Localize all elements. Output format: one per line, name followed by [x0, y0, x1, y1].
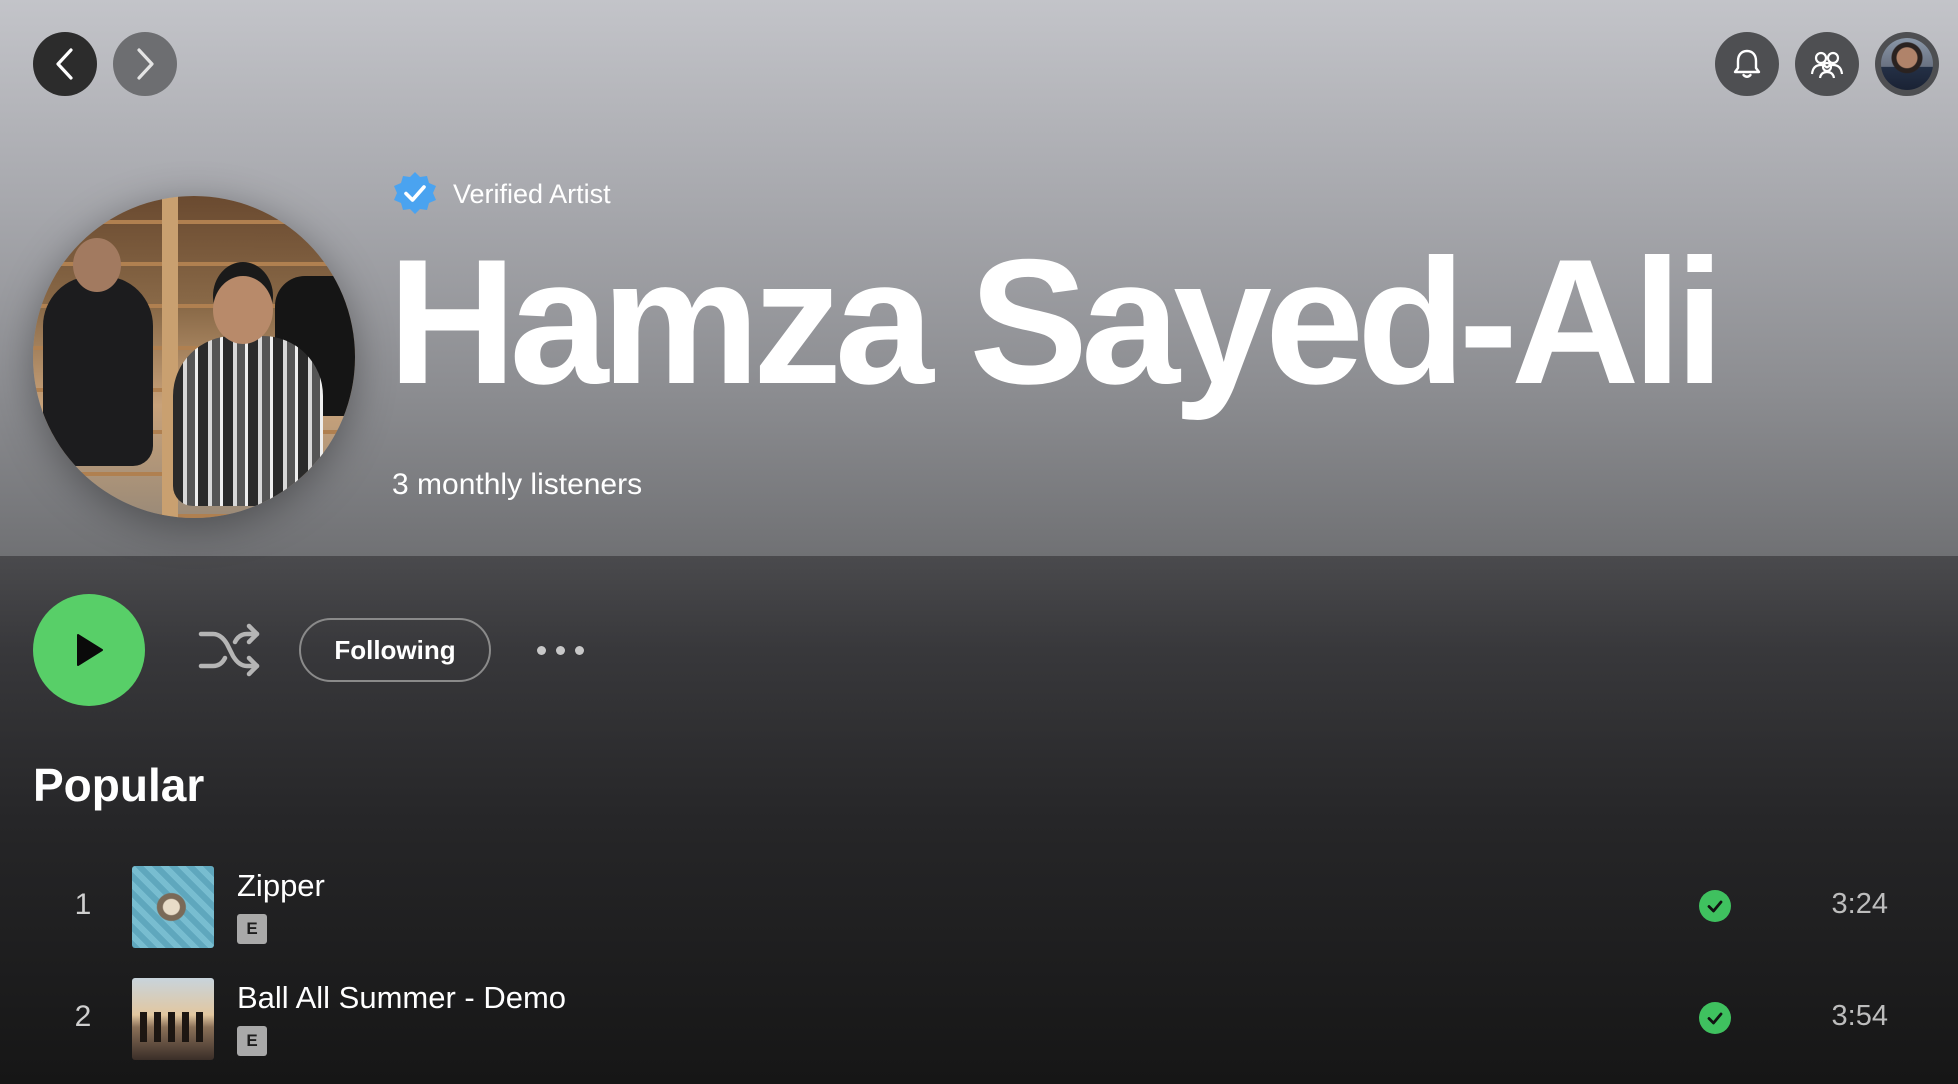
explicit-badge: E	[237, 914, 267, 944]
track-title[interactable]: Ball All Summer - Demo	[237, 980, 566, 1016]
verified-artist-badge: Verified Artist	[391, 170, 611, 218]
more-options-icon	[536, 645, 546, 655]
explicit-badge: E	[237, 1026, 267, 1056]
verified-label: Verified Artist	[453, 178, 611, 209]
track-title[interactable]: Zipper	[237, 868, 325, 904]
artist-image	[33, 196, 355, 518]
section-title-popular: Popular	[33, 759, 205, 811]
monthly-listeners: 3 monthly listeners	[392, 468, 643, 501]
track-duration: 3:54	[1831, 1000, 1888, 1032]
friends-activity-icon	[1810, 51, 1844, 79]
track-number: 1	[74, 888, 92, 921]
bell-icon	[1733, 49, 1761, 78]
avatar	[1881, 38, 1933, 90]
track-number: 2	[74, 1000, 92, 1033]
play-icon	[77, 634, 103, 666]
user-profile-button[interactable]	[1875, 32, 1939, 96]
track-cover-art	[132, 978, 214, 1060]
forward-button[interactable]	[113, 32, 177, 96]
track-row[interactable]: 2 Ball All Summer - Demo E 3:54	[0, 978, 1958, 1064]
saved-check-icon[interactable]	[1699, 1002, 1731, 1034]
shuffle-button[interactable]	[196, 617, 264, 683]
track-row[interactable]: 1 Zipper E 3:24	[0, 866, 1958, 952]
track-duration: 3:24	[1831, 888, 1888, 920]
play-button[interactable]	[33, 594, 145, 706]
back-button[interactable]	[33, 32, 97, 96]
following-button[interactable]: Following	[299, 618, 491, 682]
artist-page: Verified Artist Hamza Sayed-Ali 3 monthl…	[0, 0, 1958, 1084]
friends-activity-button[interactable]	[1795, 32, 1859, 96]
more-options-button[interactable]	[530, 630, 590, 670]
shuffle-icon	[198, 623, 260, 677]
notifications-button[interactable]	[1715, 32, 1779, 96]
track-cover-art	[132, 866, 214, 948]
artist-name: Hamza Sayed-Ali	[388, 222, 1724, 421]
saved-check-icon[interactable]	[1699, 890, 1731, 922]
chevron-right-icon	[137, 48, 154, 80]
verified-badge-icon	[394, 172, 436, 214]
chevron-left-icon	[56, 48, 73, 80]
